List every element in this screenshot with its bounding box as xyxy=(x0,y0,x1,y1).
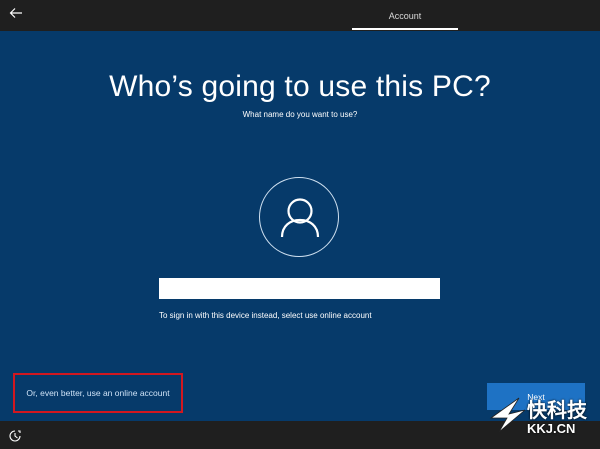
tab-account-indicator xyxy=(352,28,458,30)
watermark-logo-icon xyxy=(489,392,527,441)
watermark-title: 快科技 xyxy=(527,400,587,422)
back-button[interactable] xyxy=(6,5,26,25)
watermark: 快科技 KKJ.CN xyxy=(487,384,597,446)
oobe-screen: Account Who’s going to use this PC? What… xyxy=(0,0,600,449)
page-subtitle: What name do you want to use? xyxy=(242,110,358,119)
top-bar: Account xyxy=(0,0,600,31)
watermark-subtitle: KKJ.CN xyxy=(527,421,576,436)
tab-account: Account xyxy=(388,10,422,21)
arrow-left-icon xyxy=(9,6,23,24)
ease-of-access-icon xyxy=(8,430,22,447)
name-input[interactable] xyxy=(159,278,440,299)
ease-of-access-button[interactable] xyxy=(8,429,22,443)
page-title: Who’s going to use this PC? xyxy=(109,70,491,103)
online-account-link[interactable]: Or, even better, use an online account xyxy=(13,373,183,413)
avatar xyxy=(259,177,339,257)
main-panel: Who’s going to use this PC? What name do… xyxy=(0,31,600,421)
sign-in-hint: To sign in with this device instead, sel… xyxy=(159,311,372,320)
